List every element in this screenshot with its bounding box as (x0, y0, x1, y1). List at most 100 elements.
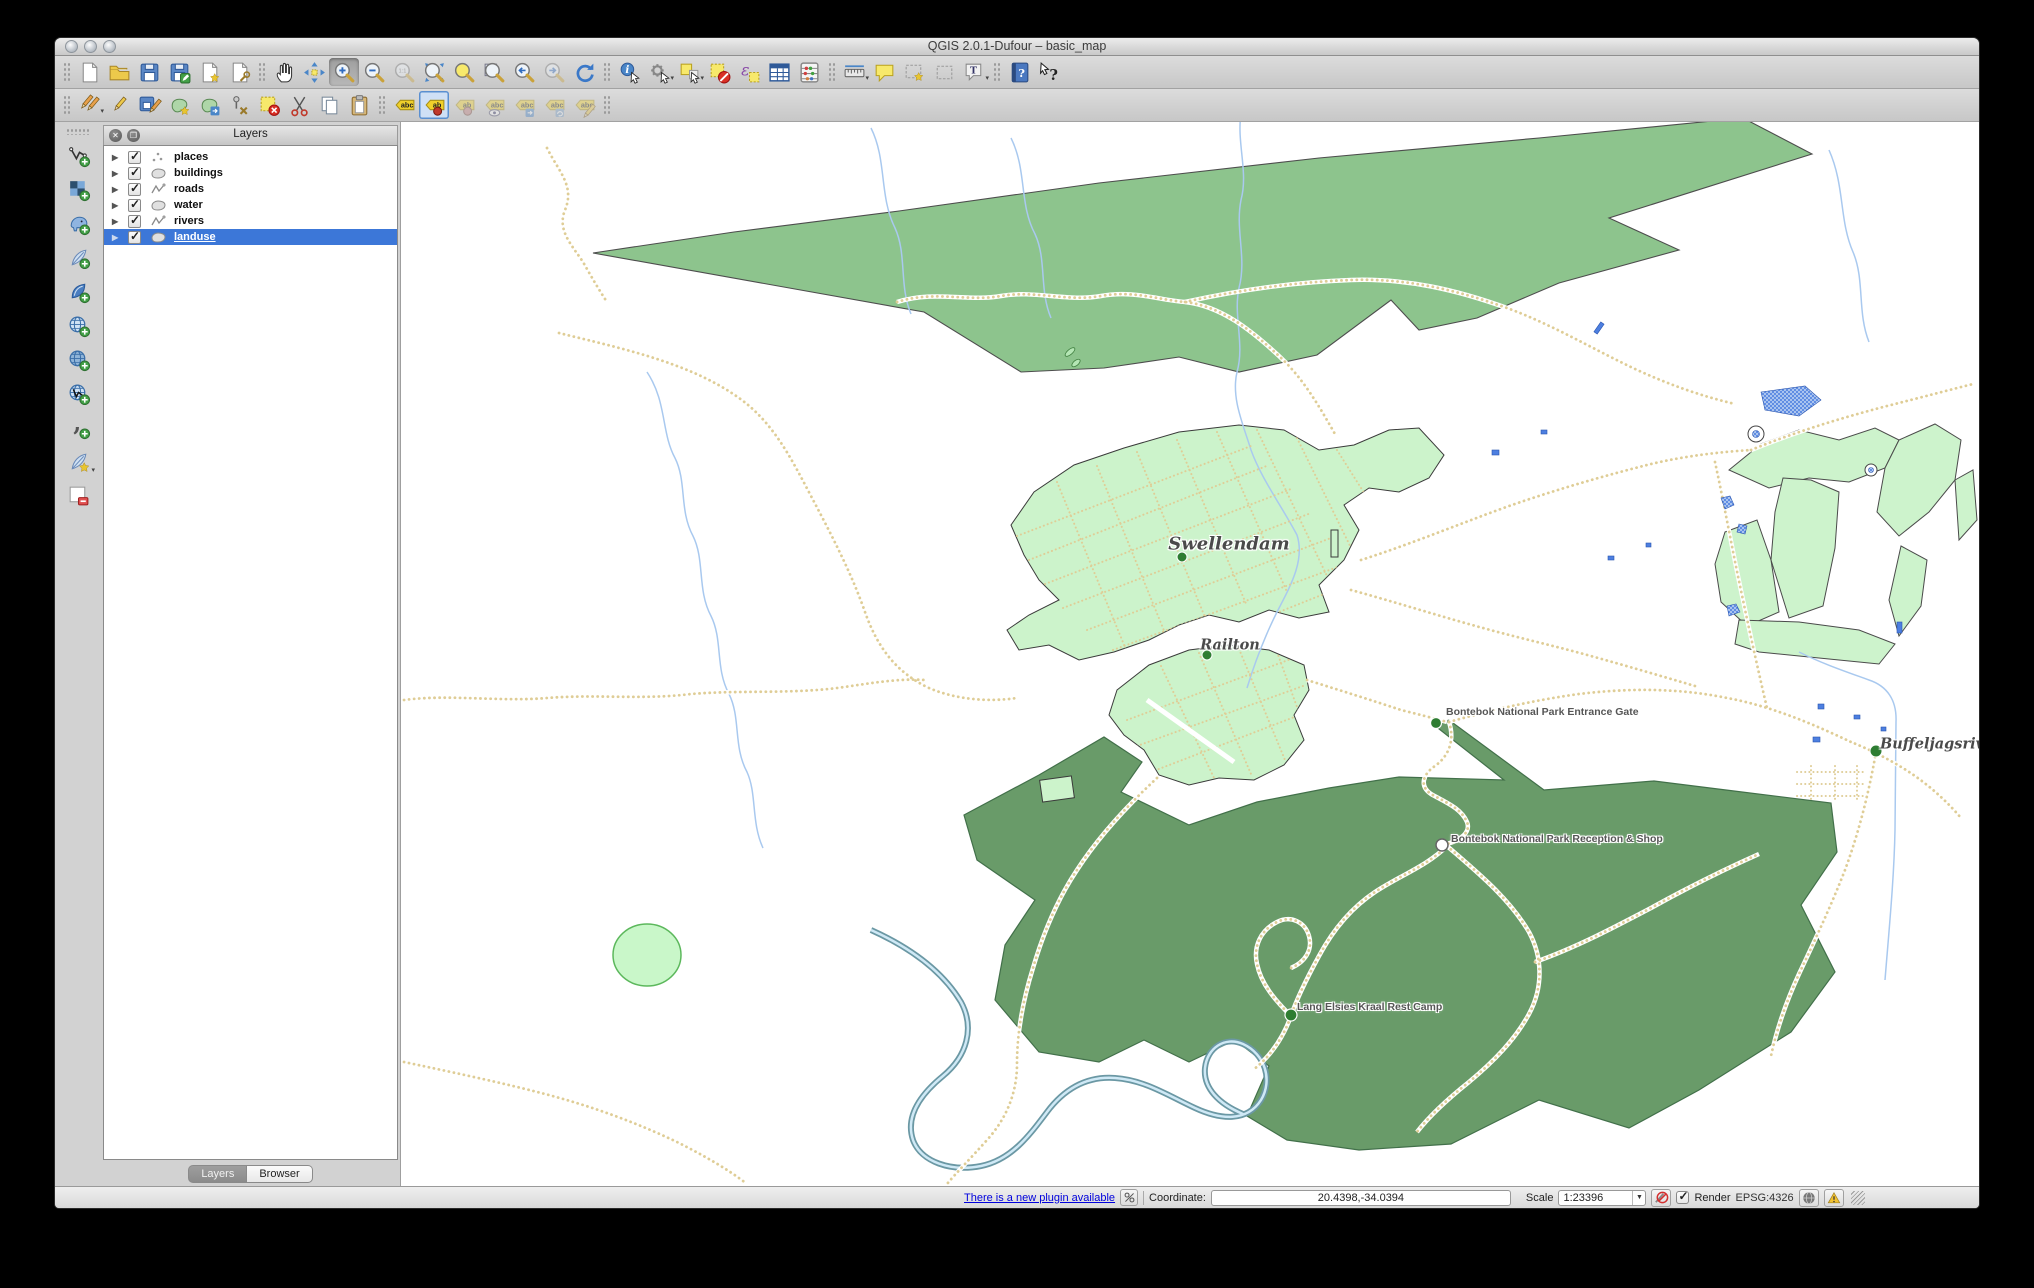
add-raster-layer-button[interactable] (61, 172, 95, 206)
toolbar-grip[interactable] (602, 61, 611, 83)
copy-features-button[interactable] (314, 91, 344, 119)
expand-arrow-icon[interactable]: ▶ (112, 201, 122, 210)
node-tool-button[interactable] (224, 91, 254, 119)
new-bookmark-button[interactable] (899, 58, 929, 86)
add-feature-button[interactable] (164, 91, 194, 119)
label-pin-unpin-button[interactable]: ab (449, 91, 479, 119)
save-layer-edits-button[interactable] (134, 91, 164, 119)
resize-grip[interactable] (1850, 1190, 1865, 1205)
zoom-next-button[interactable] (539, 58, 569, 86)
field-calculator-button[interactable] (794, 58, 824, 86)
title-bar[interactable]: QGIS 2.0.1-Dufour – basic_map (55, 38, 1979, 56)
label-show-hide-button[interactable]: abc (479, 91, 509, 119)
layer-row-water[interactable]: ▶ water (104, 197, 397, 213)
show-bookmarks-button[interactable] (929, 58, 959, 86)
delete-selected-button[interactable] (254, 91, 284, 119)
attribute-table-button[interactable] (764, 58, 794, 86)
add-wms-layer-button[interactable] (61, 308, 95, 342)
toolbar-grip[interactable] (257, 61, 266, 83)
toggle-editing-button[interactable] (104, 91, 134, 119)
refresh-button[interactable] (569, 58, 599, 86)
composer-manager-button[interactable] (224, 58, 254, 86)
add-postgis-layer-button[interactable] (61, 206, 95, 240)
label-properties-button[interactable]: abc (569, 91, 599, 119)
label-move-button[interactable]: abc (509, 91, 539, 119)
measure-button[interactable]: ▾ (839, 58, 869, 86)
toolbar-grip[interactable] (62, 94, 71, 116)
map-canvas[interactable]: SwellendamRailtonBuffeljagsrivierBontebo… (400, 122, 1979, 1186)
render-checkbox[interactable] (1676, 1189, 1690, 1204)
remove-layer-button[interactable] (61, 478, 95, 512)
stop-render-icon[interactable] (1651, 1188, 1672, 1207)
panel-tab-layers[interactable]: Layers (188, 1164, 248, 1183)
chevron-down-icon[interactable]: ▾ (985, 74, 989, 82)
new-shapefile-layer-button[interactable]: ▾ (61, 444, 95, 478)
toolbar-grip[interactable] (62, 61, 71, 83)
chevron-down-icon[interactable]: ▾ (91, 466, 95, 474)
feature-action-button[interactable]: ▾ (644, 58, 674, 86)
expand-arrow-icon[interactable]: ▶ (112, 185, 122, 194)
text-annotation-button[interactable]: T ▾ (959, 58, 989, 86)
help-contents-button[interactable]: ? (1004, 58, 1034, 86)
toolbar-grip[interactable] (65, 127, 91, 135)
zoom-last-button[interactable] (509, 58, 539, 86)
plugin-link[interactable]: There is a new plugin available (964, 1192, 1115, 1204)
toolbar-grip[interactable] (602, 94, 611, 116)
open-project-button[interactable] (104, 58, 134, 86)
layer-row-places[interactable]: ▶ places (104, 149, 397, 165)
add-wfs-layer-button[interactable] (61, 376, 95, 410)
toolbar-grip[interactable] (992, 61, 1001, 83)
select-features-button[interactable]: ▾ (674, 58, 704, 86)
crs-status-icon[interactable] (1798, 1188, 1819, 1207)
zoom-native-button[interactable]: 1:1 (389, 58, 419, 86)
layer-visibility-checkbox[interactable] (128, 181, 141, 196)
coordinate-input[interactable]: 20.4398,-34.0394 (1210, 1189, 1511, 1206)
zoom-full-button[interactable] (419, 58, 449, 86)
cut-features-button[interactable] (284, 91, 314, 119)
add-wcs-layer-button[interactable] (61, 342, 95, 376)
map-tips-button[interactable] (869, 58, 899, 86)
paste-features-button[interactable] (344, 91, 374, 119)
layer-row-roads[interactable]: ▶ roads (104, 181, 397, 197)
layer-row-buildings[interactable]: ▶ buildings (104, 165, 397, 181)
add-mssql-layer-button[interactable] (61, 274, 95, 308)
add-spatialite-layer-button[interactable] (61, 240, 95, 274)
zoom-out-button[interactable] (359, 58, 389, 86)
layer-visibility-checkbox[interactable] (128, 165, 141, 180)
messages-warning-icon[interactable] (1823, 1188, 1844, 1207)
layer-row-rivers[interactable]: ▶ rivers (104, 213, 397, 229)
expand-arrow-icon[interactable]: ▶ (112, 217, 122, 226)
toolbar-grip[interactable] (377, 94, 386, 116)
deselect-features-button[interactable] (704, 58, 734, 86)
identify-button[interactable]: i (614, 58, 644, 86)
move-feature-button[interactable] (194, 91, 224, 119)
add-delimited-text-layer-button[interactable]: , (61, 410, 95, 444)
new-print-composer-button[interactable] (194, 58, 224, 86)
new-project-button[interactable] (74, 58, 104, 86)
current-edits-button[interactable]: ▾ (74, 91, 104, 119)
save-project-button[interactable] (134, 58, 164, 86)
toolbar-grip[interactable] (827, 61, 836, 83)
layer-visibility-checkbox[interactable] (128, 197, 141, 212)
expand-arrow-icon[interactable]: ▶ (112, 233, 122, 242)
panel-tab-browser[interactable]: Browser (247, 1164, 313, 1183)
layer-visibility-checkbox[interactable] (128, 149, 141, 164)
save-project-as-button[interactable] (164, 58, 194, 86)
expand-arrow-icon[interactable]: ▶ (112, 153, 122, 162)
layer-visibility-checkbox[interactable] (128, 213, 141, 228)
expand-arrow-icon[interactable]: ▶ (112, 169, 122, 178)
zoom-in-button[interactable] (329, 58, 359, 86)
chevron-down-icon[interactable]: ▼ (1632, 1190, 1645, 1205)
layer-visibility-checkbox[interactable] (128, 229, 141, 244)
whats-this-button[interactable]: ? (1034, 58, 1064, 86)
zoom-to-layer-button[interactable] (479, 58, 509, 86)
pan-to-selection-button[interactable] (299, 58, 329, 86)
label-pin-button[interactable]: ab (419, 91, 449, 119)
plugin-icon[interactable] (1120, 1189, 1139, 1206)
labeling-options-button[interactable]: abc (389, 91, 419, 119)
label-rotate-button[interactable]: abc (539, 91, 569, 119)
select-by-expression-button[interactable]: ε (734, 58, 764, 86)
add-vector-layer-button[interactable] (61, 138, 95, 172)
scale-combo[interactable]: 1:23396 ▼ (1558, 1189, 1647, 1206)
pan-map-button[interactable] (269, 58, 299, 86)
